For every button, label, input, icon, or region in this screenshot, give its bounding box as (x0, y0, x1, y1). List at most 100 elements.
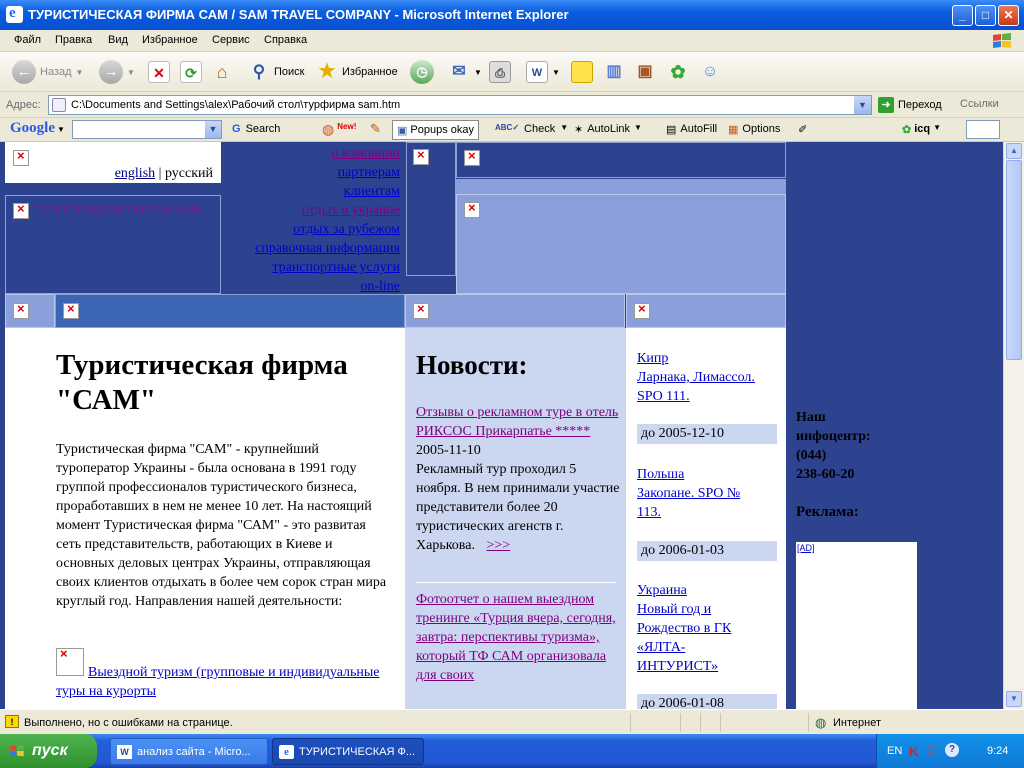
close-button[interactable]: ✕ (998, 5, 1019, 26)
popup-blocker-button[interactable]: ▣ Popups okay (392, 120, 480, 140)
menu-help[interactable]: Справка (264, 34, 307, 46)
icq-menu-button[interactable]: ✿ icq ▼ (902, 123, 941, 136)
vertical-scrollbar[interactable]: ▲ ▼ (1003, 142, 1024, 709)
chevron-down-icon: ▼ (560, 123, 569, 132)
chevron-down-icon[interactable]: ▼ (205, 121, 221, 138)
direction-link[interactable]: Выездной туризм (групповые и индивидуаль… (56, 663, 386, 701)
broken-image-icon (13, 148, 29, 166)
menu-bar: Файл Правка Вид Избранное Сервис Справка (0, 30, 1024, 52)
autofill-button[interactable]: ▤ AutoFill (666, 123, 717, 136)
menu-file[interactable]: Файл (14, 34, 41, 46)
lang-russian-label: русский (164, 166, 213, 181)
news-title-link[interactable]: Отзывы о рекламном туре в отель РИКСОС П… (416, 403, 620, 441)
go-arrow-icon: ➜ (878, 97, 894, 113)
news-icon: ◍ (322, 121, 335, 137)
infocenter-line: инфоцентр: (796, 429, 871, 444)
messenger-button[interactable]: ▣ (634, 60, 656, 84)
go-button[interactable]: ➜ Переход (878, 97, 942, 113)
nav-clients-link[interactable]: клиентам (344, 184, 400, 199)
ad-link[interactable]: [AD] (797, 543, 815, 553)
chevron-down-icon[interactable]: ▼ (854, 96, 871, 114)
search-label: Поиск (274, 66, 305, 78)
options-button[interactable]: ▦ Options (728, 123, 780, 136)
shield-icon[interactable]: ⛉ (927, 744, 937, 760)
scroll-up-button[interactable]: ▲ (1006, 143, 1022, 159)
infocenter-line: (044) (796, 448, 827, 463)
history-button[interactable]: ◷ (410, 60, 434, 84)
news-more-link[interactable]: >>> (486, 538, 510, 553)
mail-button[interactable]: ✉ ▼ (448, 60, 482, 84)
scroll-down-button[interactable]: ▼ (1006, 691, 1022, 707)
offer-item[interactable]: Польша Закопане. SPO № 113. (637, 465, 782, 522)
header-stripe (456, 179, 786, 194)
toolbar: ← Назад ▼ → ▼ ✕ ⟳ ⌂ ⚲ Поиск ★ Избранное … (0, 52, 1024, 92)
research-button[interactable]: ▥ (603, 60, 625, 84)
language-indicator[interactable]: EN (887, 745, 902, 757)
back-button[interactable]: ← Назад ▼ (12, 60, 83, 84)
maximize-button[interactable]: □ (975, 5, 996, 26)
search-button[interactable]: ⚲ Поиск (248, 60, 305, 84)
popup-icon: ▣ (397, 124, 408, 137)
offer-item[interactable]: Кипр Ларнака, Лимассол. SPO 111. (637, 349, 782, 406)
refresh-button[interactable]: ⟳ (180, 60, 202, 84)
autolink-button[interactable]: ✶ AutoLink ▼ (574, 123, 642, 136)
row-image-cell (626, 294, 786, 328)
edit-button[interactable]: W ▼ (526, 60, 560, 84)
menu-tools[interactable]: Сервис (212, 34, 250, 46)
taskbar-item-active[interactable]: e ТУРИСТИЧЕСКАЯ Ф... (272, 738, 424, 765)
address-input[interactable]: C:\Documents and Settings\alex\Рабочий с… (48, 95, 872, 115)
page-viewport: english | русский ТУРИСТИЧЕСКАЯ ФИРМА СА… (0, 142, 1003, 709)
nav-ukraine-link[interactable]: отдых в украине (302, 203, 400, 218)
favorites-button[interactable]: ★ Избранное (316, 60, 397, 84)
ie-icon: e (6, 5, 23, 23)
status-text: Выполнено, но с ошибками на странице. (24, 717, 233, 729)
lang-english-link[interactable]: english (115, 166, 155, 181)
infocenter-block: Наш инфоцентр: (044) 238-60-20 (796, 408, 916, 484)
offer-item[interactable]: Украина Новый год и Рождество в ГК «ЯЛТА… (637, 581, 782, 676)
news-title-link[interactable]: Фотоотчет о нашем выездном тренинге «Тур… (416, 590, 620, 685)
menu-view[interactable]: Вид (108, 34, 128, 46)
nav-abroad-link[interactable]: отдых за рубежом (293, 222, 400, 237)
google-search-input[interactable]: ▼ (72, 120, 222, 139)
nav-partners-link[interactable]: партнерам (338, 165, 400, 180)
contacts-button[interactable]: ☺ (699, 60, 721, 84)
taskbar-item[interactable]: W анализ сайта - Micro... (110, 738, 268, 765)
lang-separator: | (158, 166, 162, 181)
page-icon (52, 98, 66, 112)
zone-label: Интернет (833, 717, 881, 729)
menu-favorites[interactable]: Избранное (142, 34, 198, 46)
nav-reference-link[interactable]: справочная информация (255, 241, 400, 256)
nav-about-link[interactable]: о компании (332, 146, 400, 161)
news-button[interactable]: ◍ New! (322, 121, 356, 138)
minimize-button[interactable]: _ (952, 5, 973, 26)
start-label: пуск (32, 742, 68, 759)
highlight-icon[interactable]: ✐ (798, 123, 807, 136)
start-button[interactable]: пуск (0, 734, 97, 768)
google-search-button[interactable]: G Search (232, 123, 280, 135)
icq-input[interactable] (966, 120, 1000, 139)
check-label: Check (524, 123, 556, 135)
infocenter-line: Наш (796, 410, 826, 425)
status-divider (680, 713, 681, 732)
nav-transport-link[interactable]: транспортные услуги (272, 260, 400, 275)
google-toolbar: Google ▼ ▼ G Search ◍ New! ✎ ▣ Popups ok… (0, 118, 1024, 142)
blog-icon[interactable]: ✎ (370, 121, 381, 137)
scroll-thumb[interactable] (1006, 160, 1022, 360)
antivirus-icon[interactable]: K (909, 744, 918, 759)
note-icon (571, 61, 593, 83)
print-button[interactable]: ⎙ (489, 60, 511, 84)
row-image-cell (5, 294, 55, 328)
help-icon[interactable]: ? (945, 743, 959, 757)
home-button[interactable]: ⌂ (211, 60, 233, 84)
nav-online-link[interactable]: on-line (360, 279, 400, 294)
stop-button[interactable]: ✕ (148, 60, 170, 84)
warning-icon[interactable]: ! (5, 715, 19, 728)
links-label[interactable]: Ссылки (960, 98, 999, 110)
forward-button[interactable]: → ▼ (99, 60, 135, 84)
language-switch: english | русский (115, 166, 213, 182)
google-logo[interactable]: Google ▼ (10, 120, 65, 137)
icq-button[interactable]: ✿ (667, 60, 689, 84)
spell-check-button[interactable]: ABC✓ Check ▼ (495, 123, 568, 135)
discuss-button[interactable] (571, 60, 593, 84)
menu-edit[interactable]: Правка (55, 34, 92, 46)
